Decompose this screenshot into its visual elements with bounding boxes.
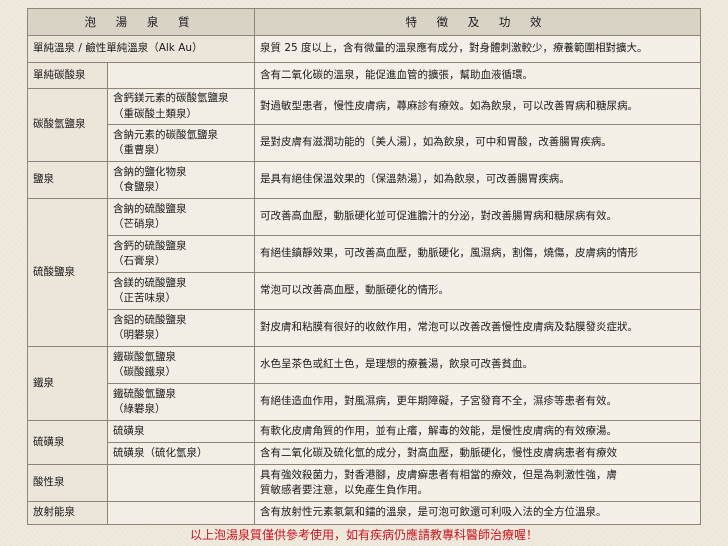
category-iron: 鐵泉 — [27, 346, 108, 421]
description-radioactive: 含有放射性元素氡氣和鐳的溫泉，是可泡可飲還可利吸入法的全方位溫泉。 — [254, 501, 701, 525]
description-simple-carbonic: 含有二氧化碳的溫泉，能促進血管的擴張，幫助血液循環。 — [254, 62, 701, 89]
table-row: 含鈉元素的碳酸氫鹽泉 （重曹泉） 是對皮膚有滋潤功能的〔美人湯〕，如為飲泉，可中… — [28, 124, 701, 162]
table-row: 鐵泉 鐵碳酸氫鹽泉 （碳酸鐵泉） 水色呈茶色或紅土色，是理想的療養湯，飲泉可改善… — [27, 346, 701, 421]
subtype-hydrogen-sulfide: 硫磺泉（硫化氫泉） — [107, 442, 255, 465]
subtype-empty — [107, 62, 255, 89]
description-acidic: 具有強效殺菌力，對香港腳，皮膚癬患者有相當的療效，但是為刺激性強，膚 質敏感者要… — [254, 464, 701, 502]
category-bicarbonate: 碳酸氫鹽泉 — [27, 88, 108, 162]
subtype-aluminum-sulfate: 含鋁的硫酸鹽泉 （明礬泉） — [107, 309, 255, 347]
category-sulfur: 硫磺泉 — [27, 420, 108, 465]
hot-spring-table: 泡 湯 泉 質 特 徵 及 功 效 單純溫泉 / 鹼性單純溫泉（Alk Au） … — [27, 8, 701, 525]
table-row: 硫磺泉 硫磺泉 有軟化皮膚角質的作用，並有止癢，解毒的效能，是慢性皮膚病的有效療… — [27, 420, 701, 465]
subtype-iron-sulfate: 鐵硫酸氫鹽泉 （綠礬泉） — [107, 383, 255, 421]
header-features: 特 徵 及 功 效 — [254, 8, 701, 36]
table-row: 含鈣的硫酸鹽泉 （石膏泉） 有絕佳鎮靜效果，可改善高血壓，動脈硬化，風濕病，割傷… — [28, 235, 701, 273]
table-row: 硫酸鹽泉 含鈉的硫酸鹽泉 （芒硝泉） 可改善高血壓，動脈硬化並可促進膽汁的分泌，… — [27, 198, 701, 347]
description-calcium-magnesium-bicarbonate: 對過敏型患者，慢性皮膚病，蕁麻診有療效。如為飲泉，可以改善胃病和糖尿病。 — [254, 88, 701, 125]
subtype-empty — [107, 464, 255, 502]
subtype-empty — [107, 501, 255, 525]
description-aluminum-sulfate: 對皮膚和粘膜有很好的收斂作用，常泡可以改善改善慢性皮膚病及黏膜發炎症狀。 — [254, 309, 701, 347]
table-row: 碳酸氫鹽泉 含鈣鎂元素的碳酸氫鹽泉 （重碳酸土類泉） 對過敏型患者，慢性皮膚病，… — [27, 88, 701, 162]
description-sodium-sulfate: 可改善高血壓，動脈硬化並可促進膽汁的分泌，對改善腸胃病和糖尿病有效。 — [254, 198, 701, 236]
category-salt: 鹽泉 — [27, 161, 108, 199]
category-radioactive: 放射能泉 — [27, 501, 108, 525]
header-row: 泡 湯 泉 質 特 徵 及 功 效 — [27, 8, 701, 36]
table-row: 單純溫泉 / 鹼性單純溫泉（Alk Au） 泉質 25 度以上，含有微量的溫泉應… — [27, 35, 701, 63]
footer-disclaimer: 以上泡湯泉質僅供參考使用，如有疾病仍應請教專科醫師治療喔！ — [189, 528, 538, 542]
table-row: 含鋁的硫酸鹽泉 （明礬泉） 對皮膚和粘膜有很好的收斂作用，常泡可以改善改善慢性皮… — [28, 309, 701, 347]
subtype-sodium-bicarbonate: 含鈉元素的碳酸氫鹽泉 （重曹泉） — [107, 124, 255, 162]
description-iron-sulfate: 有絕佳造血作用，對風濕病，更年期障礙，子宮發育不全，濕疹等患者有效。 — [254, 383, 701, 421]
subtype-magnesium-sulfate: 含鎂的硫酸鹽泉 （正苦味泉） — [107, 272, 255, 310]
table-row: 含鎂的硫酸鹽泉 （正苦味泉） 常泡可以改善高血壓，動脈硬化的情形。 — [28, 272, 701, 310]
subtype-calcium-magnesium-bicarbonate: 含鈣鎂元素的碳酸氫鹽泉 （重碳酸土類泉） — [107, 88, 255, 125]
table-row: 酸性泉 具有強效殺菌力，對香港腳，皮膚癬患者有相當的療效，但是為刺激性強，膚 質… — [27, 464, 701, 502]
table-row: 單純碳酸泉 含有二氧化碳的溫泉，能促進血管的擴張，幫助血液循環。 — [27, 62, 701, 89]
description-sulfur: 有軟化皮膚角質的作用，並有止癢，解毒的效能，是慢性皮膚病的有效療湯。 — [254, 420, 701, 443]
table-row: 鹽泉 含鈉的鹽化物泉 （食鹽泉） 是具有絕佳保溫效果的〔保溫熱湯〕，如為飲泉，可… — [27, 161, 701, 199]
description-calcium-sulfate: 有絕佳鎮靜效果，可改善高血壓，動脈硬化，風濕病，割傷，燒傷，皮膚病的情形 — [254, 235, 701, 273]
description-salt: 是具有絕佳保溫效果的〔保溫熱湯〕，如為飲泉，可改善腸胃疾病。 — [254, 161, 701, 199]
category-simple-carbonic: 單純碳酸泉 — [27, 62, 108, 89]
description-magnesium-sulfate: 常泡可以改善高血壓，動脈硬化的情形。 — [254, 272, 701, 310]
table-row: 硫磺泉（硫化氫泉） 含有二氧化碳及硫化氫的成分，對高血壓，動脈硬化，慢性皮膚病患… — [28, 442, 701, 465]
table-row: 鐵硫酸氫鹽泉 （綠礬泉） 有絕佳造血作用，對風濕病，更年期障礙，子宮發育不全，濕… — [28, 383, 701, 421]
subtype-iron-bicarbonate: 鐵碳酸氫鹽泉 （碳酸鐵泉） — [107, 346, 255, 384]
category-sulfate: 硫酸鹽泉 — [27, 198, 108, 347]
category-simple-hot-spring: 單純溫泉 / 鹼性單純溫泉（Alk Au） — [27, 35, 255, 63]
header-spring-quality: 泡 湯 泉 質 — [27, 8, 255, 36]
description-iron-bicarbonate: 水色呈茶色或紅土色，是理想的療養湯，飲泉可改善貧血。 — [254, 346, 701, 384]
subtype-sodium-chloride: 含鈉的鹽化物泉 （食鹽泉） — [107, 161, 255, 199]
category-acidic: 酸性泉 — [27, 464, 108, 502]
description-hydrogen-sulfide: 含有二氧化碳及硫化氫的成分，對高血壓，動脈硬化，慢性皮膚病患者有療效 — [254, 442, 701, 465]
description-sodium-bicarbonate: 是對皮膚有滋潤功能的〔美人湯〕，如為飲泉，可中和胃酸，改善腸胃疾病。 — [254, 124, 701, 162]
subtype-sulfur: 硫磺泉 — [107, 420, 255, 443]
subtype-calcium-sulfate: 含鈣的硫酸鹽泉 （石膏泉） — [107, 235, 255, 273]
subtype-sodium-sulfate: 含鈉的硫酸鹽泉 （芒硝泉） — [107, 198, 255, 236]
table-row: 放射能泉 含有放射性元素氡氣和鐳的溫泉，是可泡可飲還可利吸入法的全方位溫泉。 — [27, 501, 701, 525]
description-simple-hot-spring: 泉質 25 度以上，含有微量的溫泉應有成分，對身體刺激較少，療養範圍相對擴大。 — [254, 35, 701, 63]
